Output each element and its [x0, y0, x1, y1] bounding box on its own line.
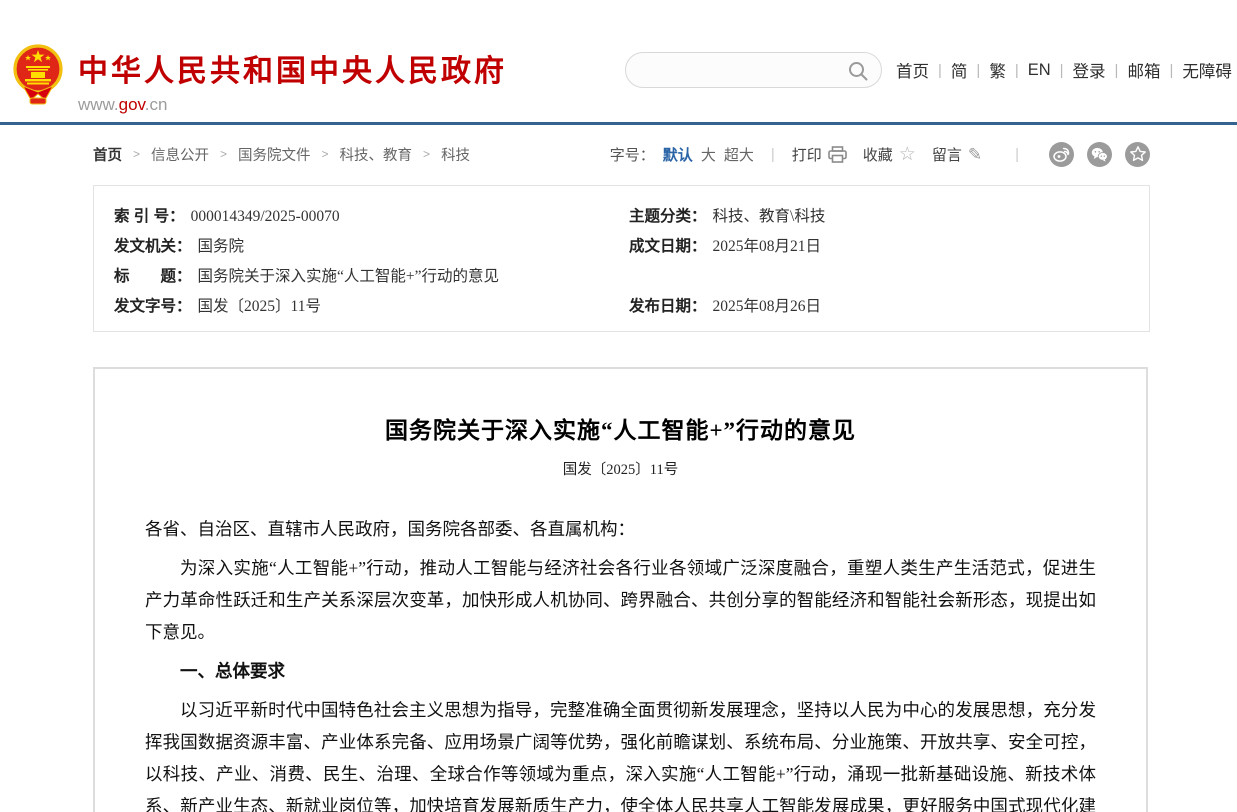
qzone-icon[interactable]: [1125, 142, 1150, 167]
weibo-icon[interactable]: [1049, 142, 1074, 167]
crumb-toolbar-row: 首页 > 信息公开 > 国务院文件 > 科技、教育 > 科技 字号： 默认 大 …: [93, 137, 1150, 171]
nav-login[interactable]: 登录: [1073, 58, 1106, 82]
breadcrumb-separator: >: [322, 147, 329, 161]
site-url: www.gov.cn: [78, 95, 507, 115]
meta-value: 2025年08月26日: [713, 298, 822, 315]
pencil-icon: ✎: [968, 146, 982, 163]
breadcrumb-state-council-docs[interactable]: 国务院文件: [238, 144, 311, 165]
page: 中华人民共和国中央人民政府 www.gov.cn 首页 | 简 | 繁 | EN…: [0, 0, 1237, 812]
breadcrumb-home[interactable]: 首页: [93, 144, 122, 165]
wechat-icon[interactable]: [1087, 142, 1112, 167]
site-title: 中华人民共和国中央人民政府: [78, 46, 507, 90]
breadcrumb-separator: >: [133, 147, 140, 161]
font-size-xlarge[interactable]: 超大: [724, 144, 754, 165]
meta-issuing-agency: 发文机关： 国务院: [114, 234, 629, 256]
breadcrumb-separator: >: [220, 147, 227, 161]
comment-button[interactable]: 留言 ✎: [932, 144, 982, 165]
paragraph-guiding-ideology: 以习近平新时代中国特色社会主义思想为指导，完整准确全面贯彻新发展理念，坚持以人民…: [145, 694, 1096, 812]
meta-written-date: 成文日期： 2025年08月21日: [629, 234, 1139, 256]
nav-traditional[interactable]: 繁: [989, 58, 1006, 82]
toolbar: 字号： 默认 大 超大 | 打印 收藏 ☆ 留言 ✎ |: [610, 142, 1150, 167]
nav-home[interactable]: 首页: [896, 58, 929, 82]
paragraph-intro: 为深入实施“人工智能+”行动，推动人工智能与经济社会各行业各领域广泛深度融合，重…: [145, 552, 1096, 648]
favorite-button[interactable]: 收藏 ☆: [863, 144, 916, 165]
header-divider: [0, 122, 1237, 125]
meta-publish-date: 发布日期： 2025年08月26日: [629, 294, 1139, 316]
search-input[interactable]: [626, 53, 881, 87]
toolbar-separator: |: [1015, 146, 1019, 163]
star-outline-icon: ☆: [899, 145, 916, 164]
nav-accessibility[interactable]: 无障碍: [1182, 58, 1232, 82]
meta-topic-category: 主题分类： 科技、教育\科技: [629, 204, 1139, 226]
url-www: www.: [78, 95, 119, 114]
brand-text: 中华人民共和国中央人民政府 www.gov.cn: [78, 46, 507, 115]
font-size-large[interactable]: 大: [701, 144, 716, 165]
top-nav: 首页 | 简 | 繁 | EN | 登录 | 邮箱 | 无障碍: [896, 58, 1232, 82]
favorite-label: 收藏: [863, 144, 893, 165]
meta-value: 国务院: [198, 238, 245, 255]
font-size-default[interactable]: 默认: [663, 144, 693, 165]
meta-value: 国务院关于深入实施“人工智能+”行动的意见: [198, 268, 500, 285]
search-icon[interactable]: [848, 61, 868, 81]
meta-label: 主题分类：: [629, 208, 707, 225]
breadcrumb-tech[interactable]: 科技: [441, 144, 470, 165]
meta-value: 科技、教育\科技: [713, 208, 826, 225]
meta-value: 2025年08月21日: [713, 238, 822, 255]
meta-label: 成文日期：: [629, 238, 707, 255]
nav-separator: |: [1015, 62, 1019, 79]
font-size-label: 字号：: [610, 144, 655, 165]
url-gov: gov: [119, 95, 145, 114]
nav-separator: |: [1115, 62, 1119, 79]
national-emblem-icon: [13, 42, 63, 106]
document-body: 各省、自治区、直辖市人民政府，国务院各部委、各直属机构： 为深入实施“人工智能+…: [145, 513, 1096, 812]
nav-simplified[interactable]: 简: [951, 58, 968, 82]
meta-value: 000014349/2025-00070: [191, 208, 340, 225]
url-cn: .cn: [145, 95, 168, 114]
breadcrumb: 首页 > 信息公开 > 国务院文件 > 科技、教育 > 科技: [93, 144, 470, 165]
nav-mail[interactable]: 邮箱: [1127, 58, 1160, 82]
meta-label: 标 题：: [114, 268, 192, 285]
meta-label: 发文机关：: [114, 238, 192, 255]
nav-separator: |: [1169, 62, 1173, 79]
section-heading-overall-requirements: 一、总体要求: [145, 655, 1096, 687]
meta-label: 索 引 号：: [114, 208, 185, 225]
site-header: 中华人民共和国中央人民政府 www.gov.cn 首页 | 简 | 繁 | EN…: [0, 0, 1237, 122]
meta-index-number: 索 引 号： 000014349/2025-00070: [114, 204, 629, 226]
toolbar-separator: |: [771, 146, 775, 163]
nav-english[interactable]: EN: [1028, 61, 1051, 80]
printer-icon: [828, 146, 847, 163]
breadcrumb-separator: >: [423, 147, 430, 161]
social-share: [1036, 142, 1150, 167]
print-button[interactable]: 打印: [792, 144, 847, 165]
document-content-box: 国务院关于深入实施“人工智能+”行动的意见 国发〔2025〕11号 各省、自治区…: [93, 367, 1148, 812]
document-meta-table: 索 引 号： 000014349/2025-00070 主题分类： 科技、教育\科技…: [93, 185, 1150, 332]
breadcrumb-info-disclosure[interactable]: 信息公开: [151, 144, 209, 165]
meta-title: 标 题： 国务院关于深入实施“人工智能+”行动的意见: [114, 264, 629, 286]
document-title: 国务院关于深入实施“人工智能+”行动的意见: [95, 411, 1146, 445]
breadcrumb-tech-education[interactable]: 科技、教育: [340, 144, 413, 165]
print-label: 打印: [792, 144, 822, 165]
meta-label: 发文字号：: [114, 298, 192, 315]
document-number: 国发〔2025〕11号: [95, 458, 1146, 479]
meta-doc-number: 发文字号： 国发〔2025〕11号: [114, 294, 629, 316]
nav-separator: |: [1060, 62, 1064, 79]
search-box: [625, 52, 882, 88]
paragraph-salutation: 各省、自治区、直辖市人民政府，国务院各部委、各直属机构：: [145, 513, 1096, 545]
meta-value: 国发〔2025〕11号: [198, 298, 321, 315]
nav-separator: |: [938, 62, 942, 79]
comment-label: 留言: [932, 144, 962, 165]
nav-separator: |: [976, 62, 980, 79]
meta-label: 发布日期：: [629, 298, 707, 315]
